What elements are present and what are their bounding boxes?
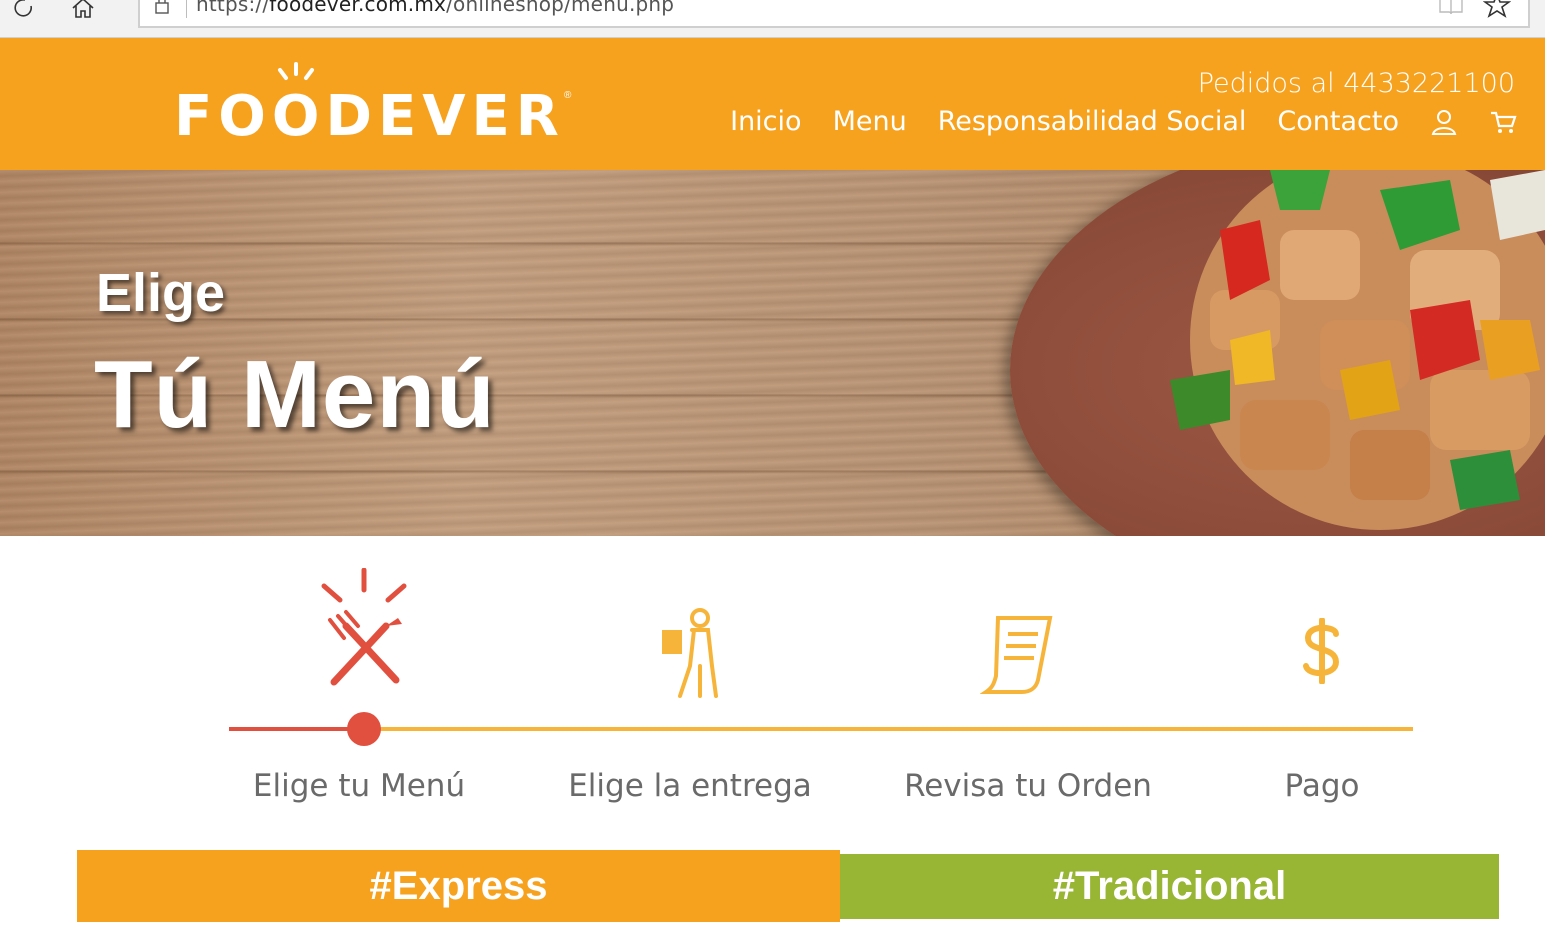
utensils-icon: [321, 568, 407, 686]
foodever-logo[interactable]: FOODEVER ®: [172, 62, 582, 149]
progress-completed: [229, 727, 364, 731]
hero-banner: Elige Tú Menú: [0, 170, 1545, 536]
logo-wordmark: FOODEVER: [174, 84, 565, 149]
url-text[interactable]: https://foodever.com.mx/onlineshop/menu.…: [196, 0, 674, 16]
delivery-person-icon: [662, 608, 718, 698]
tab-tradicional[interactable]: #Tradicional: [840, 854, 1499, 919]
home-icon[interactable]: [70, 0, 96, 20]
step-label-pago[interactable]: Pago: [1285, 768, 1360, 804]
progress-track: [229, 727, 1413, 731]
progress-current-marker: [347, 712, 381, 746]
url-path: /onlineshop/menu.php: [446, 0, 675, 16]
dollar-icon: [1303, 618, 1340, 684]
logo-rays-icon: [278, 62, 314, 80]
hero-title-line1: Elige: [96, 263, 226, 323]
lock-icon: [155, 0, 169, 14]
main-nav: Inicio Menu Responsabilidad Social Conta…: [699, 106, 1517, 137]
refresh-icon[interactable]: [12, 0, 36, 20]
phone-orders: Pedidos al 4433221100: [1197, 68, 1515, 99]
food-dish-image: [1170, 170, 1545, 530]
cart-icon[interactable]: [1489, 108, 1517, 136]
browser-toolbar: https://foodever.com.mx/onlineshop/menu.…: [0, 0, 1545, 38]
tab-express[interactable]: #Express: [77, 850, 840, 922]
step-label-revisa-orden[interactable]: Revisa tu Orden: [904, 768, 1152, 804]
address-separator: [186, 0, 187, 18]
user-icon[interactable]: [1430, 108, 1458, 136]
step-label-elige-menu[interactable]: Elige tu Menú: [253, 768, 465, 804]
nav-menu[interactable]: Menu: [833, 106, 907, 137]
order-steps: Elige tu Menú Elige la entrega Revisa tu…: [0, 536, 1545, 836]
site-header: FOODEVER ® Pedidos al 4433221100 Inicio …: [0, 38, 1545, 170]
receipt-icon: [980, 616, 1053, 694]
favorite-star-icon[interactable]: [1483, 0, 1511, 19]
reading-view-icon[interactable]: [1438, 0, 1464, 16]
nav-responsabilidad-social[interactable]: Responsabilidad Social: [938, 106, 1247, 137]
url-scheme: https://: [196, 0, 270, 16]
url-host: foodever.com.mx: [269, 0, 447, 16]
nav-contacto[interactable]: Contacto: [1277, 106, 1399, 137]
step-label-elige-entrega[interactable]: Elige la entrega: [568, 768, 812, 804]
logo-registered-mark: ®: [564, 90, 572, 101]
nav-inicio[interactable]: Inicio: [730, 106, 801, 137]
hero-title-line2: Tú Menú: [94, 341, 496, 448]
address-bar[interactable]: https://foodever.com.mx/onlineshop/menu.…: [138, 0, 1530, 28]
